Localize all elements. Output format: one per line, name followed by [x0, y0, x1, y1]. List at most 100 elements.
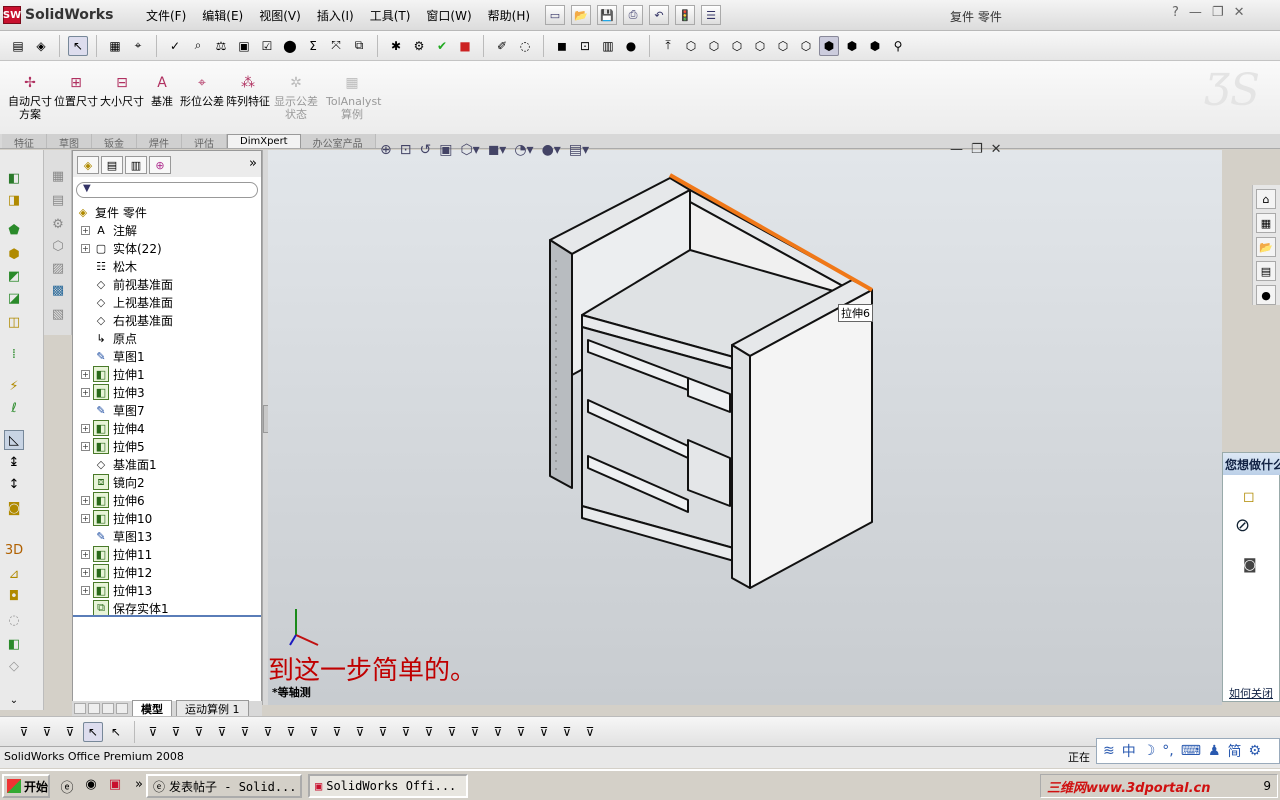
- clock[interactable]: 9: [1263, 779, 1271, 793]
- sketch-entity-icon[interactable]: ⊘: [1235, 515, 1250, 536]
- expand-icon[interactable]: +: [81, 225, 90, 235]
- rollback-bar[interactable]: [73, 615, 261, 617]
- view-palette-icon[interactable]: ▤: [1256, 261, 1276, 281]
- view-cube-front-icon[interactable]: ⬡: [681, 36, 701, 56]
- tree-item[interactable]: ✎ 草图7: [81, 401, 144, 419]
- tab-office-products[interactable]: 办公室产品: [300, 134, 376, 150]
- section-view-icon[interactable]: ▣: [439, 142, 452, 158]
- appearances-icon[interactable]: ●: [1256, 285, 1276, 305]
- pointer-icon[interactable]: ↖: [106, 722, 126, 742]
- instant3d-icon[interactable]: 3D: [4, 540, 24, 560]
- filter-icon[interactable]: ⊽: [14, 722, 34, 742]
- filter-centermark-icon[interactable]: ⊽: [465, 722, 485, 742]
- view-cube-top-icon[interactable]: ⬡: [773, 36, 793, 56]
- filter-plane-icon[interactable]: ⊽: [189, 722, 209, 742]
- menu-file[interactable]: 文件(F): [138, 7, 194, 24]
- expand-icon[interactable]: +: [81, 567, 90, 577]
- ime-mode[interactable]: 简: [1228, 741, 1242, 761]
- ie-icon[interactable]: ⓔ: [58, 777, 76, 796]
- viewport-close-button[interactable]: ✕: [991, 142, 1002, 157]
- tab-sheet-metal[interactable]: 钣金: [92, 134, 137, 150]
- viewport-minimize-button[interactable]: —: [950, 142, 963, 157]
- tree-item[interactable]: + A 注解: [81, 221, 137, 239]
- location-dimension-button[interactable]: ⊞ 位置尺寸: [53, 73, 99, 109]
- tree-item[interactable]: ☷ 松木: [81, 257, 137, 275]
- open-folder-icon[interactable]: 📂: [571, 5, 591, 25]
- swept-boss-icon[interactable]: ⬟: [4, 220, 24, 240]
- prev-tab-icon[interactable]: [88, 703, 100, 714]
- show-tolerance-status-button[interactable]: ✲ 显示公差状态: [273, 73, 319, 122]
- sensor-icon[interactable]: ⬤: [280, 36, 300, 56]
- filter-block-icon[interactable]: ⊽: [488, 722, 508, 742]
- design-library-icon[interactable]: ▦: [1256, 213, 1276, 233]
- hole-wizard-icon[interactable]: ◌: [4, 610, 24, 630]
- smart-tool-icon[interactable]: ◌: [515, 36, 535, 56]
- filter-tolerance-icon[interactable]: ⊽: [373, 722, 393, 742]
- grid-icon[interactable]: ▦: [105, 36, 125, 56]
- expand-icon[interactable]: +: [81, 495, 90, 505]
- filter-weld-icon[interactable]: ⊽: [327, 722, 347, 742]
- tree-item[interactable]: + ◧ 拉伸11: [81, 545, 152, 563]
- cube-icon[interactable]: ⬡: [48, 236, 68, 256]
- tree-item[interactable]: + ◧ 拉伸1: [81, 365, 145, 383]
- home-icon[interactable]: ⌂: [1256, 189, 1276, 209]
- sphere-icon[interactable]: ●: [621, 36, 641, 56]
- filter-cosmetic-icon[interactable]: ⊽: [557, 722, 577, 742]
- file-explorer-icon[interactable]: 📂: [1256, 237, 1276, 257]
- menu-edit[interactable]: 编辑(E): [194, 7, 251, 24]
- filter-note-icon[interactable]: ⊽: [281, 722, 301, 742]
- viewport-restore-button[interactable]: ❐: [971, 142, 983, 157]
- tolanalyst-button[interactable]: ▦ TolAnalyst 算例: [326, 73, 381, 122]
- view-orientation-icon[interactable]: ⬡▾: [460, 142, 479, 158]
- tree-item[interactable]: + ◧ 拉伸12: [81, 563, 152, 581]
- help-icon[interactable]: ?: [1172, 5, 1179, 20]
- grid-snap-icon[interactable]: ▩: [48, 280, 68, 300]
- undo-icon[interactable]: ↶: [649, 5, 669, 25]
- link-view-icon[interactable]: ⚲: [888, 36, 908, 56]
- extruded-cut-icon[interactable]: ◩: [4, 266, 24, 286]
- rib-icon[interactable]: ⚡: [4, 376, 24, 396]
- wrap-icon[interactable]: ◘: [4, 586, 24, 606]
- filter-faces-icon[interactable]: ⊽: [37, 722, 57, 742]
- reference-geometry-icon[interactable]: ◺: [4, 430, 24, 450]
- tree-item[interactable]: ⧈ 镜向2: [81, 473, 145, 491]
- mass-properties-icon[interactable]: ⚖: [211, 36, 231, 56]
- media-icon[interactable]: ◉: [82, 777, 100, 795]
- close-button[interactable]: ✕: [1234, 5, 1245, 20]
- gear-icon[interactable]: ⚙: [409, 36, 429, 56]
- filter-axis-icon[interactable]: ⊽: [166, 722, 186, 742]
- tree-root[interactable]: ◈ 复件 零件: [75, 203, 147, 221]
- zoom-to-area-icon[interactable]: ⊡: [400, 142, 412, 158]
- interference-icon[interactable]: ⤧: [326, 36, 346, 56]
- graphics-area[interactable]: 拉伸6 到这一步简单的。 *等轴测: [268, 150, 1222, 705]
- filter-surface-icon[interactable]: ⊽: [396, 722, 416, 742]
- loft-boss-icon[interactable]: ⬢: [4, 244, 24, 264]
- cabinet-model[interactable]: [268, 150, 1222, 705]
- extruded-boss-icon[interactable]: ◧: [4, 168, 24, 188]
- dimxpert-tab-icon[interactable]: ⊕: [149, 156, 171, 174]
- new-sketch-icon[interactable]: ◻: [1243, 489, 1255, 505]
- tree-item[interactable]: ↳ 原点: [81, 329, 137, 347]
- spellcheck-icon[interactable]: ✓: [165, 36, 185, 56]
- select-arrow-icon[interactable]: ↖: [83, 721, 103, 742]
- zoom-fit-icon[interactable]: ⊡: [575, 36, 595, 56]
- expand-icon[interactable]: +: [81, 387, 90, 397]
- stop-icon[interactable]: ■: [455, 36, 475, 56]
- filter-curve-icon[interactable]: ⊽: [419, 722, 439, 742]
- expand-icon[interactable]: +: [81, 423, 90, 433]
- tree-item[interactable]: + ▢ 实体(22): [81, 239, 162, 257]
- new-document-icon[interactable]: ▭: [545, 5, 565, 25]
- property-manager-tab-icon[interactable]: ▤: [101, 156, 123, 174]
- view-cube-iso-icon[interactable]: ⬢: [819, 35, 839, 56]
- tab-model[interactable]: 模型: [132, 699, 172, 718]
- tree-item[interactable]: + ◧ 拉伸10: [81, 509, 152, 527]
- fillet-icon[interactable]: ◫: [4, 312, 24, 332]
- sheet-icon[interactable]: ▧: [48, 304, 68, 324]
- ime-logo-icon[interactable]: ≋: [1103, 743, 1115, 759]
- filter-hole-icon[interactable]: ⊽: [534, 722, 554, 742]
- view-cube-left-icon[interactable]: ⬡: [727, 36, 747, 56]
- filter-edges-icon[interactable]: ⊽: [60, 722, 80, 742]
- split-line-icon[interactable]: ↕: [4, 474, 24, 494]
- menu-tools[interactable]: 工具(T): [362, 7, 419, 24]
- camera-icon[interactable]: ◙: [1243, 557, 1257, 573]
